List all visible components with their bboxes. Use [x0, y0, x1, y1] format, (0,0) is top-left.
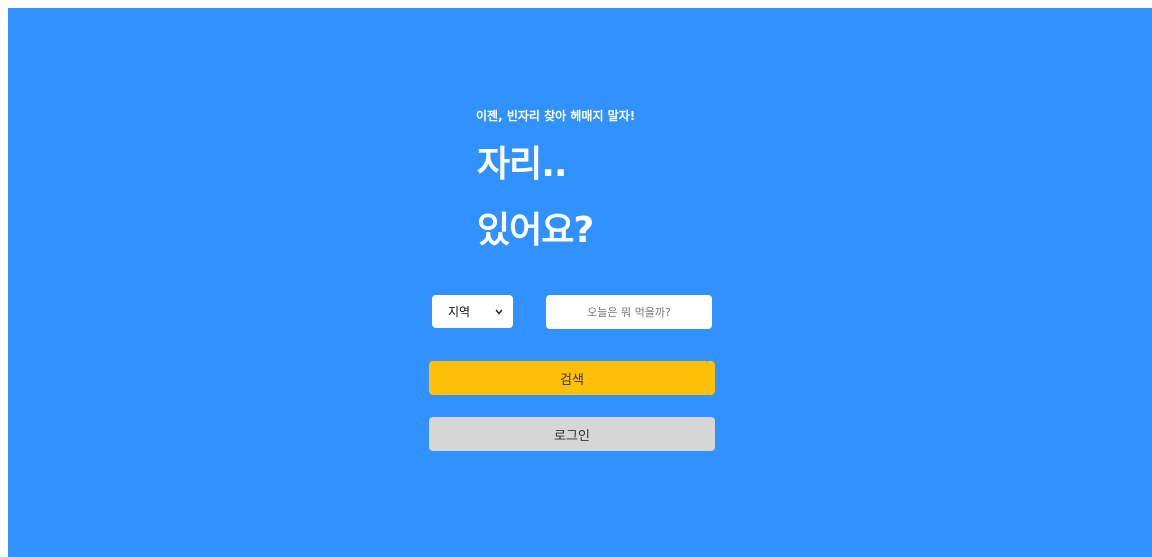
headline-line-2: 있어요? — [477, 210, 594, 251]
search-button[interactable]: 검색 — [429, 361, 715, 395]
tagline: 이젠, 빈자리 찾아 헤매지 말자! — [476, 109, 636, 123]
region-select-value: 지역 — [448, 305, 471, 319]
hero-section — [8, 8, 1152, 557]
region-select[interactable]: 지역 — [432, 295, 513, 328]
login-button[interactable]: 로그인 — [429, 417, 715, 451]
headline-line-1: 자리.. — [477, 144, 568, 185]
menu-search-input[interactable] — [546, 295, 712, 329]
chevron-down-icon — [493, 306, 505, 318]
